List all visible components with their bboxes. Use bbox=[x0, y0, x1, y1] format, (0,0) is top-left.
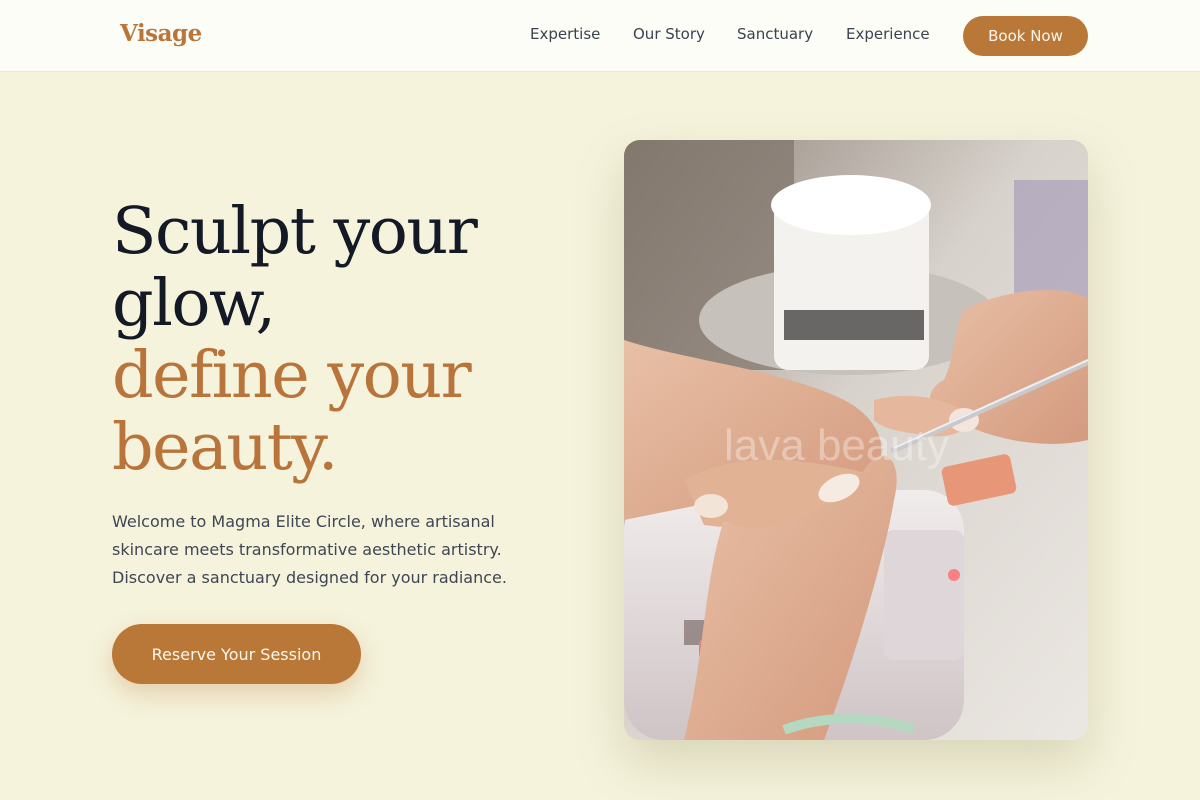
top-navbar: Visage Expertise Our Story Sanctuary Exp… bbox=[0, 0, 1200, 72]
brand-logo[interactable]: Visage bbox=[120, 20, 202, 47]
hero-description: Welcome to Magma Elite Circle, where art… bbox=[112, 512, 507, 587]
nav-link-sanctuary[interactable]: Sanctuary bbox=[737, 25, 813, 43]
book-now-button[interactable]: Book Now bbox=[963, 16, 1088, 56]
image-watermark: lava beauty bbox=[724, 421, 949, 470]
hero-heading-accent-line-2: beauty. bbox=[112, 410, 339, 485]
nav-link-expertise[interactable]: Expertise bbox=[530, 25, 600, 43]
nav-link-our-story[interactable]: Our Story bbox=[633, 25, 705, 43]
hero-heading: Sculpt your glow, define your beauty. bbox=[112, 196, 572, 484]
hero-heading-accent-line-1: define your bbox=[112, 338, 472, 413]
hero-image-manicure: lava beauty bbox=[624, 140, 1088, 740]
reserve-session-button[interactable]: Reserve Your Session bbox=[112, 624, 361, 684]
manicure-photo-illustration: lava beauty bbox=[624, 140, 1088, 740]
nav-link-experience[interactable]: Experience bbox=[846, 25, 930, 43]
hero-heading-line-1: Sculpt your bbox=[112, 194, 478, 269]
hero-heading-line-2: glow, bbox=[112, 266, 276, 341]
